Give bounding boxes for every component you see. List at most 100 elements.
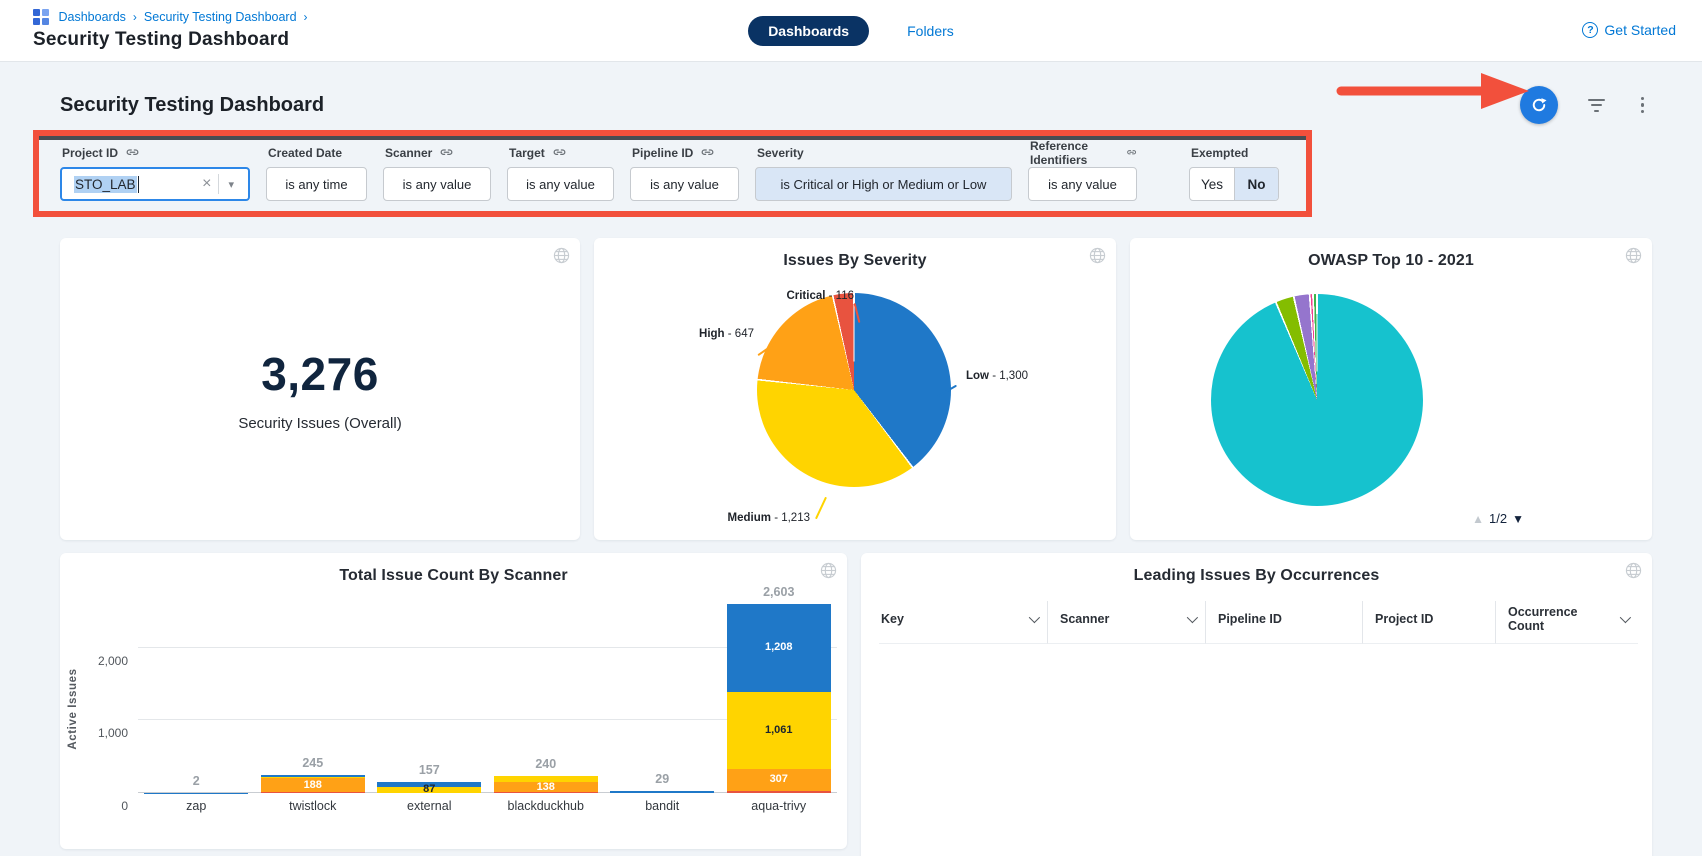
- bar-segment-medium[interactable]: 1,061: [727, 692, 831, 769]
- scanner-value[interactable]: is any value: [383, 167, 491, 201]
- stat-value: 3,276: [261, 347, 379, 401]
- y-tick-label: 2,000: [98, 654, 128, 668]
- card-owasp-top10: OWASP Top 10 - 2021 ▲ 1/2 ▼: [1130, 238, 1652, 540]
- more-options-menu[interactable]: [1635, 93, 1651, 118]
- y-tick-label: 0: [121, 799, 128, 813]
- bar-zap[interactable]: 2: [144, 774, 248, 793]
- filter-label: Exempted: [1191, 146, 1248, 160]
- severity-value[interactable]: is Critical or High or Medium or Low: [755, 167, 1012, 201]
- exempted-toggle: Yes No: [1189, 167, 1279, 201]
- dropdown-caret-icon[interactable]: ▾: [219, 178, 240, 191]
- link-icon: [1126, 145, 1137, 160]
- filter-label: Pipeline ID: [632, 146, 693, 160]
- filter-target: Target is any value: [507, 142, 614, 201]
- bar-segment-high[interactable]: 138: [494, 782, 598, 792]
- globe-icon[interactable]: [1089, 247, 1106, 264]
- link-icon: [125, 145, 140, 160]
- annotation-arrow: [1333, 69, 1538, 113]
- target-value[interactable]: is any value: [507, 167, 614, 201]
- get-started-link[interactable]: ? Get Started: [1582, 22, 1676, 38]
- bar-external[interactable]: 157 87: [377, 763, 481, 793]
- globe-icon[interactable]: [820, 562, 837, 579]
- table-header: Key Scanner Pipeline ID Project ID Occur…: [879, 601, 1638, 644]
- breadcrumb-current-dashboard[interactable]: Security Testing Dashboard: [144, 10, 297, 24]
- link-icon: [439, 145, 454, 160]
- bar-blackduckhub[interactable]: 240 138: [494, 757, 598, 793]
- pipeline-id-value[interactable]: is any value: [630, 167, 739, 201]
- bar-twistlock[interactable]: 245 188: [261, 756, 365, 793]
- column-key[interactable]: Key: [879, 601, 1047, 644]
- reference-identifiers-value[interactable]: is any value: [1028, 167, 1137, 201]
- filter-pipeline-id: Pipeline ID is any value: [630, 142, 739, 201]
- filter-severity: Severity is Critical or High or Medium o…: [755, 142, 1012, 201]
- x-axis-label: blackduckhub: [494, 799, 598, 813]
- top-header: Dashboards › Security Testing Dashboard …: [0, 0, 1702, 62]
- card-total-issue-count-by-scanner: Total Issue Count By Scanner Active Issu…: [60, 553, 847, 849]
- bar-total-label: 245: [261, 756, 365, 770]
- breadcrumb-separator: ›: [304, 10, 308, 24]
- filter-project-id: Project ID STO_LAB × ▾: [60, 142, 250, 201]
- exempted-yes-option[interactable]: Yes: [1190, 168, 1234, 200]
- table-body-empty: [861, 644, 1652, 856]
- globe-icon[interactable]: [1625, 562, 1642, 579]
- exempted-no-option[interactable]: No: [1234, 168, 1278, 200]
- refresh-button[interactable]: [1520, 86, 1558, 124]
- sort-chevron-icon[interactable]: [1029, 612, 1040, 623]
- breadcrumb-dashboards[interactable]: Dashboards: [59, 10, 126, 24]
- page-up-icon[interactable]: ▲: [1472, 512, 1484, 526]
- column-occurrence-count[interactable]: Occurrence Count: [1495, 601, 1638, 644]
- dashboard-actions: [1520, 86, 1651, 124]
- project-id-input[interactable]: STO_LAB × ▾: [60, 167, 250, 201]
- created-date-value[interactable]: is any time: [266, 167, 367, 201]
- y-tick-label: 1,000: [98, 726, 128, 740]
- filter-bar: Project ID STO_LAB × ▾ Created Date is a…: [60, 142, 1285, 201]
- bar-segment-high[interactable]: 188: [261, 778, 365, 792]
- help-icon: ?: [1582, 22, 1598, 38]
- breadcrumb-separator: ›: [133, 10, 137, 24]
- x-axis-label: external: [377, 799, 481, 813]
- bar-aqua-trivy[interactable]: 2,6031,2081,061307: [727, 585, 831, 793]
- globe-icon[interactable]: [1625, 247, 1642, 264]
- bar-plot: 01,0002,000224518815787240138292,6031,20…: [138, 593, 837, 793]
- link-icon: [552, 145, 567, 160]
- table-title: Leading Issues By Occurrences: [861, 553, 1652, 585]
- bar-segment-low[interactable]: [610, 791, 714, 793]
- bar-segment-low[interactable]: 1,208: [727, 604, 831, 692]
- bar-segment-high[interactable]: 307: [727, 769, 831, 791]
- tab-folders[interactable]: Folders: [907, 23, 954, 39]
- page-indicator: 1/2: [1489, 511, 1507, 526]
- column-pipeline-id[interactable]: Pipeline ID: [1205, 601, 1362, 644]
- sort-chevron-icon[interactable]: [1620, 612, 1631, 623]
- bar-total-label: 157: [377, 763, 481, 777]
- severity-pie-chart: Critical - 116 High - 647 Low - 1,300 Me…: [594, 270, 1116, 530]
- filter-created-date: Created Date is any time: [266, 142, 367, 201]
- owasp-pagination: ▲ 1/2 ▼: [1472, 511, 1524, 526]
- bar-segment-critical[interactable]: [727, 791, 831, 793]
- dashboard-title: Security Testing Dashboard: [60, 94, 324, 117]
- x-axis-label: zap: [144, 799, 248, 813]
- tab-dashboards[interactable]: Dashboards: [748, 16, 869, 46]
- page-down-icon[interactable]: ▼: [1512, 512, 1524, 526]
- filter-label: Created Date: [268, 146, 342, 160]
- project-id-value: STO_LAB: [74, 176, 137, 193]
- bar-total-label: 240: [494, 757, 598, 771]
- bar-segment-critical[interactable]: [261, 792, 365, 793]
- pie[interactable]: [757, 293, 951, 487]
- bar-bandit[interactable]: 29: [610, 772, 714, 793]
- pie[interactable]: [1211, 294, 1423, 506]
- column-project-id[interactable]: Project ID: [1362, 601, 1495, 644]
- sort-chevron-icon[interactable]: [1187, 612, 1198, 623]
- dashboard-filters-icon[interactable]: [1584, 95, 1609, 116]
- y-axis-label: Active Issues: [67, 634, 79, 784]
- link-icon: [700, 145, 715, 160]
- refresh-icon: [1530, 96, 1548, 114]
- card-leading-issues-by-occurrences: Leading Issues By Occurrences Key Scanne…: [861, 553, 1652, 856]
- stat-label: Security Issues (Overall): [238, 415, 401, 432]
- filter-label: Reference Identifiers: [1030, 139, 1119, 167]
- globe-icon[interactable]: [553, 247, 570, 264]
- bar-segment-medium[interactable]: 87: [377, 787, 481, 793]
- chart-title: Issues By Severity: [594, 238, 1116, 270]
- filter-exempted: Exempted Yes No: [1189, 142, 1279, 201]
- clear-icon[interactable]: ×: [195, 175, 218, 193]
- column-scanner[interactable]: Scanner: [1047, 601, 1205, 644]
